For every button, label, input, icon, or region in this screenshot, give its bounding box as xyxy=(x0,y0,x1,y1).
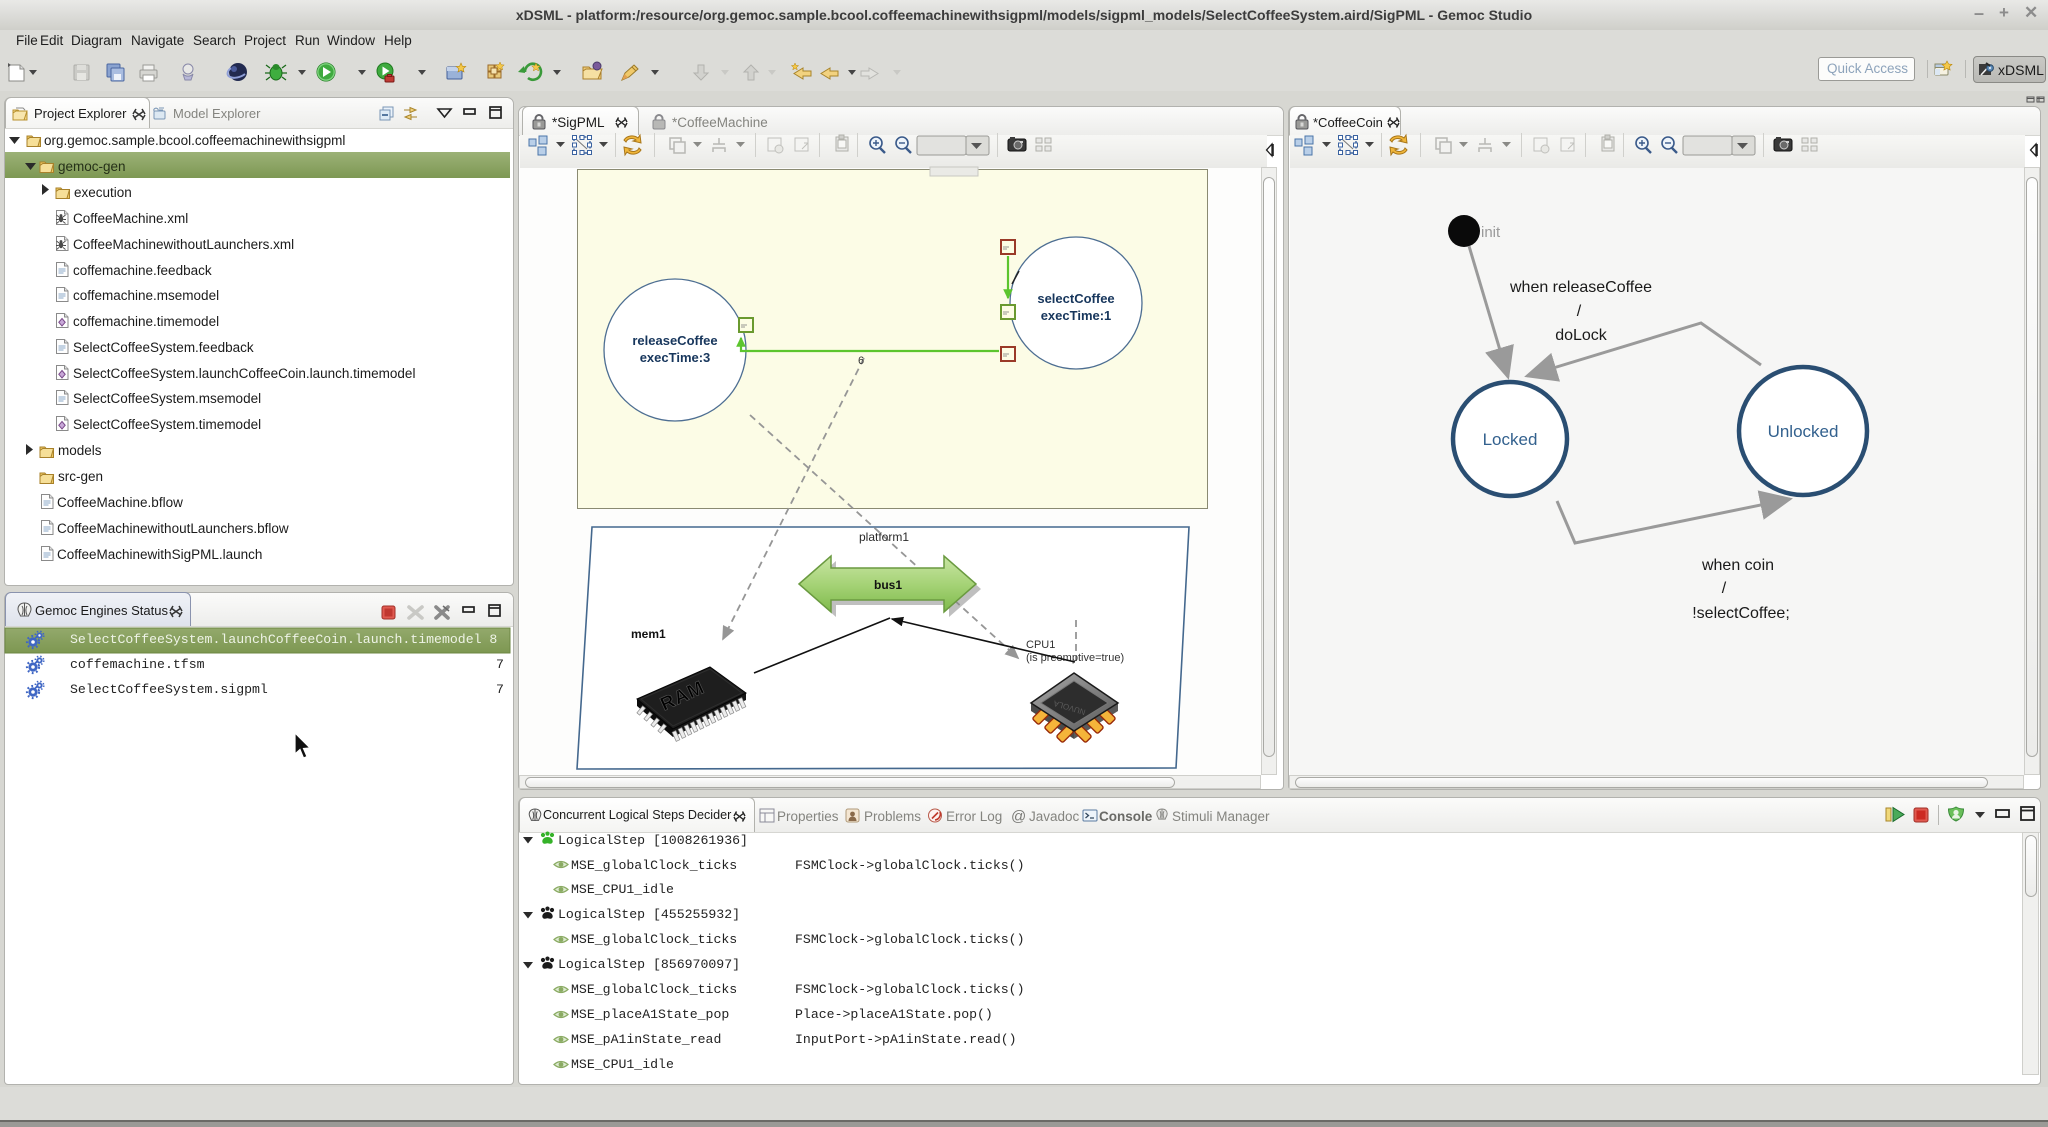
svg-text:releaseCoffee: releaseCoffee xyxy=(632,333,717,348)
svg-text:when releaseCoffee: when releaseCoffee xyxy=(1509,279,1652,296)
svg-text:/: / xyxy=(1577,303,1582,320)
svg-text:!selectCoffee;: !selectCoffee; xyxy=(1692,605,1790,622)
svg-text:doLock: doLock xyxy=(1555,327,1608,344)
svg-text:/: / xyxy=(1722,580,1727,597)
svg-text:mem1: mem1 xyxy=(631,627,666,641)
svg-text:Locked: Locked xyxy=(1483,430,1538,449)
svg-text:bus1: bus1 xyxy=(874,578,902,592)
svg-text:init: init xyxy=(1481,224,1501,241)
svg-text:execTime:3: execTime:3 xyxy=(640,350,711,365)
svg-text:platform1: platform1 xyxy=(859,530,909,544)
svg-text:execTime:1: execTime:1 xyxy=(1041,308,1112,323)
svg-text:6: 6 xyxy=(858,355,864,367)
svg-text:Unlocked: Unlocked xyxy=(1768,422,1839,441)
svg-text:selectCoffee: selectCoffee xyxy=(1037,291,1114,306)
svg-text:when coin: when coin xyxy=(1701,557,1774,574)
svg-text:CPU1: CPU1 xyxy=(1026,639,1055,651)
